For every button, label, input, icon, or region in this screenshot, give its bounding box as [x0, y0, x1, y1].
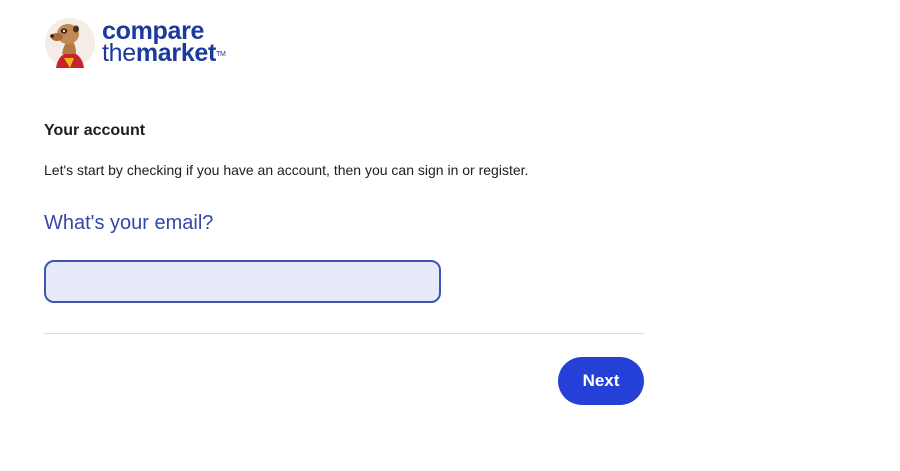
logo-the: the [102, 39, 136, 67]
page: compare themarketTM Your account Let's s… [0, 0, 900, 471]
logo-trademark: TM [216, 51, 226, 58]
section-title: Your account [44, 122, 146, 139]
email-field[interactable] [44, 260, 441, 303]
divider [44, 333, 644, 334]
intro-text: Let's start by checking if you have an a… [44, 162, 529, 178]
logo[interactable]: compare themarketTM [44, 14, 226, 70]
email-question-label: What's your email? [44, 212, 214, 234]
logo-themarket: themarketTM [102, 39, 226, 67]
logo-market: market [135, 39, 217, 67]
logo-wordmark: compare themarketTM [102, 19, 226, 67]
next-button[interactable]: Next [558, 357, 644, 405]
meerkat-logo-icon [45, 18, 95, 68]
